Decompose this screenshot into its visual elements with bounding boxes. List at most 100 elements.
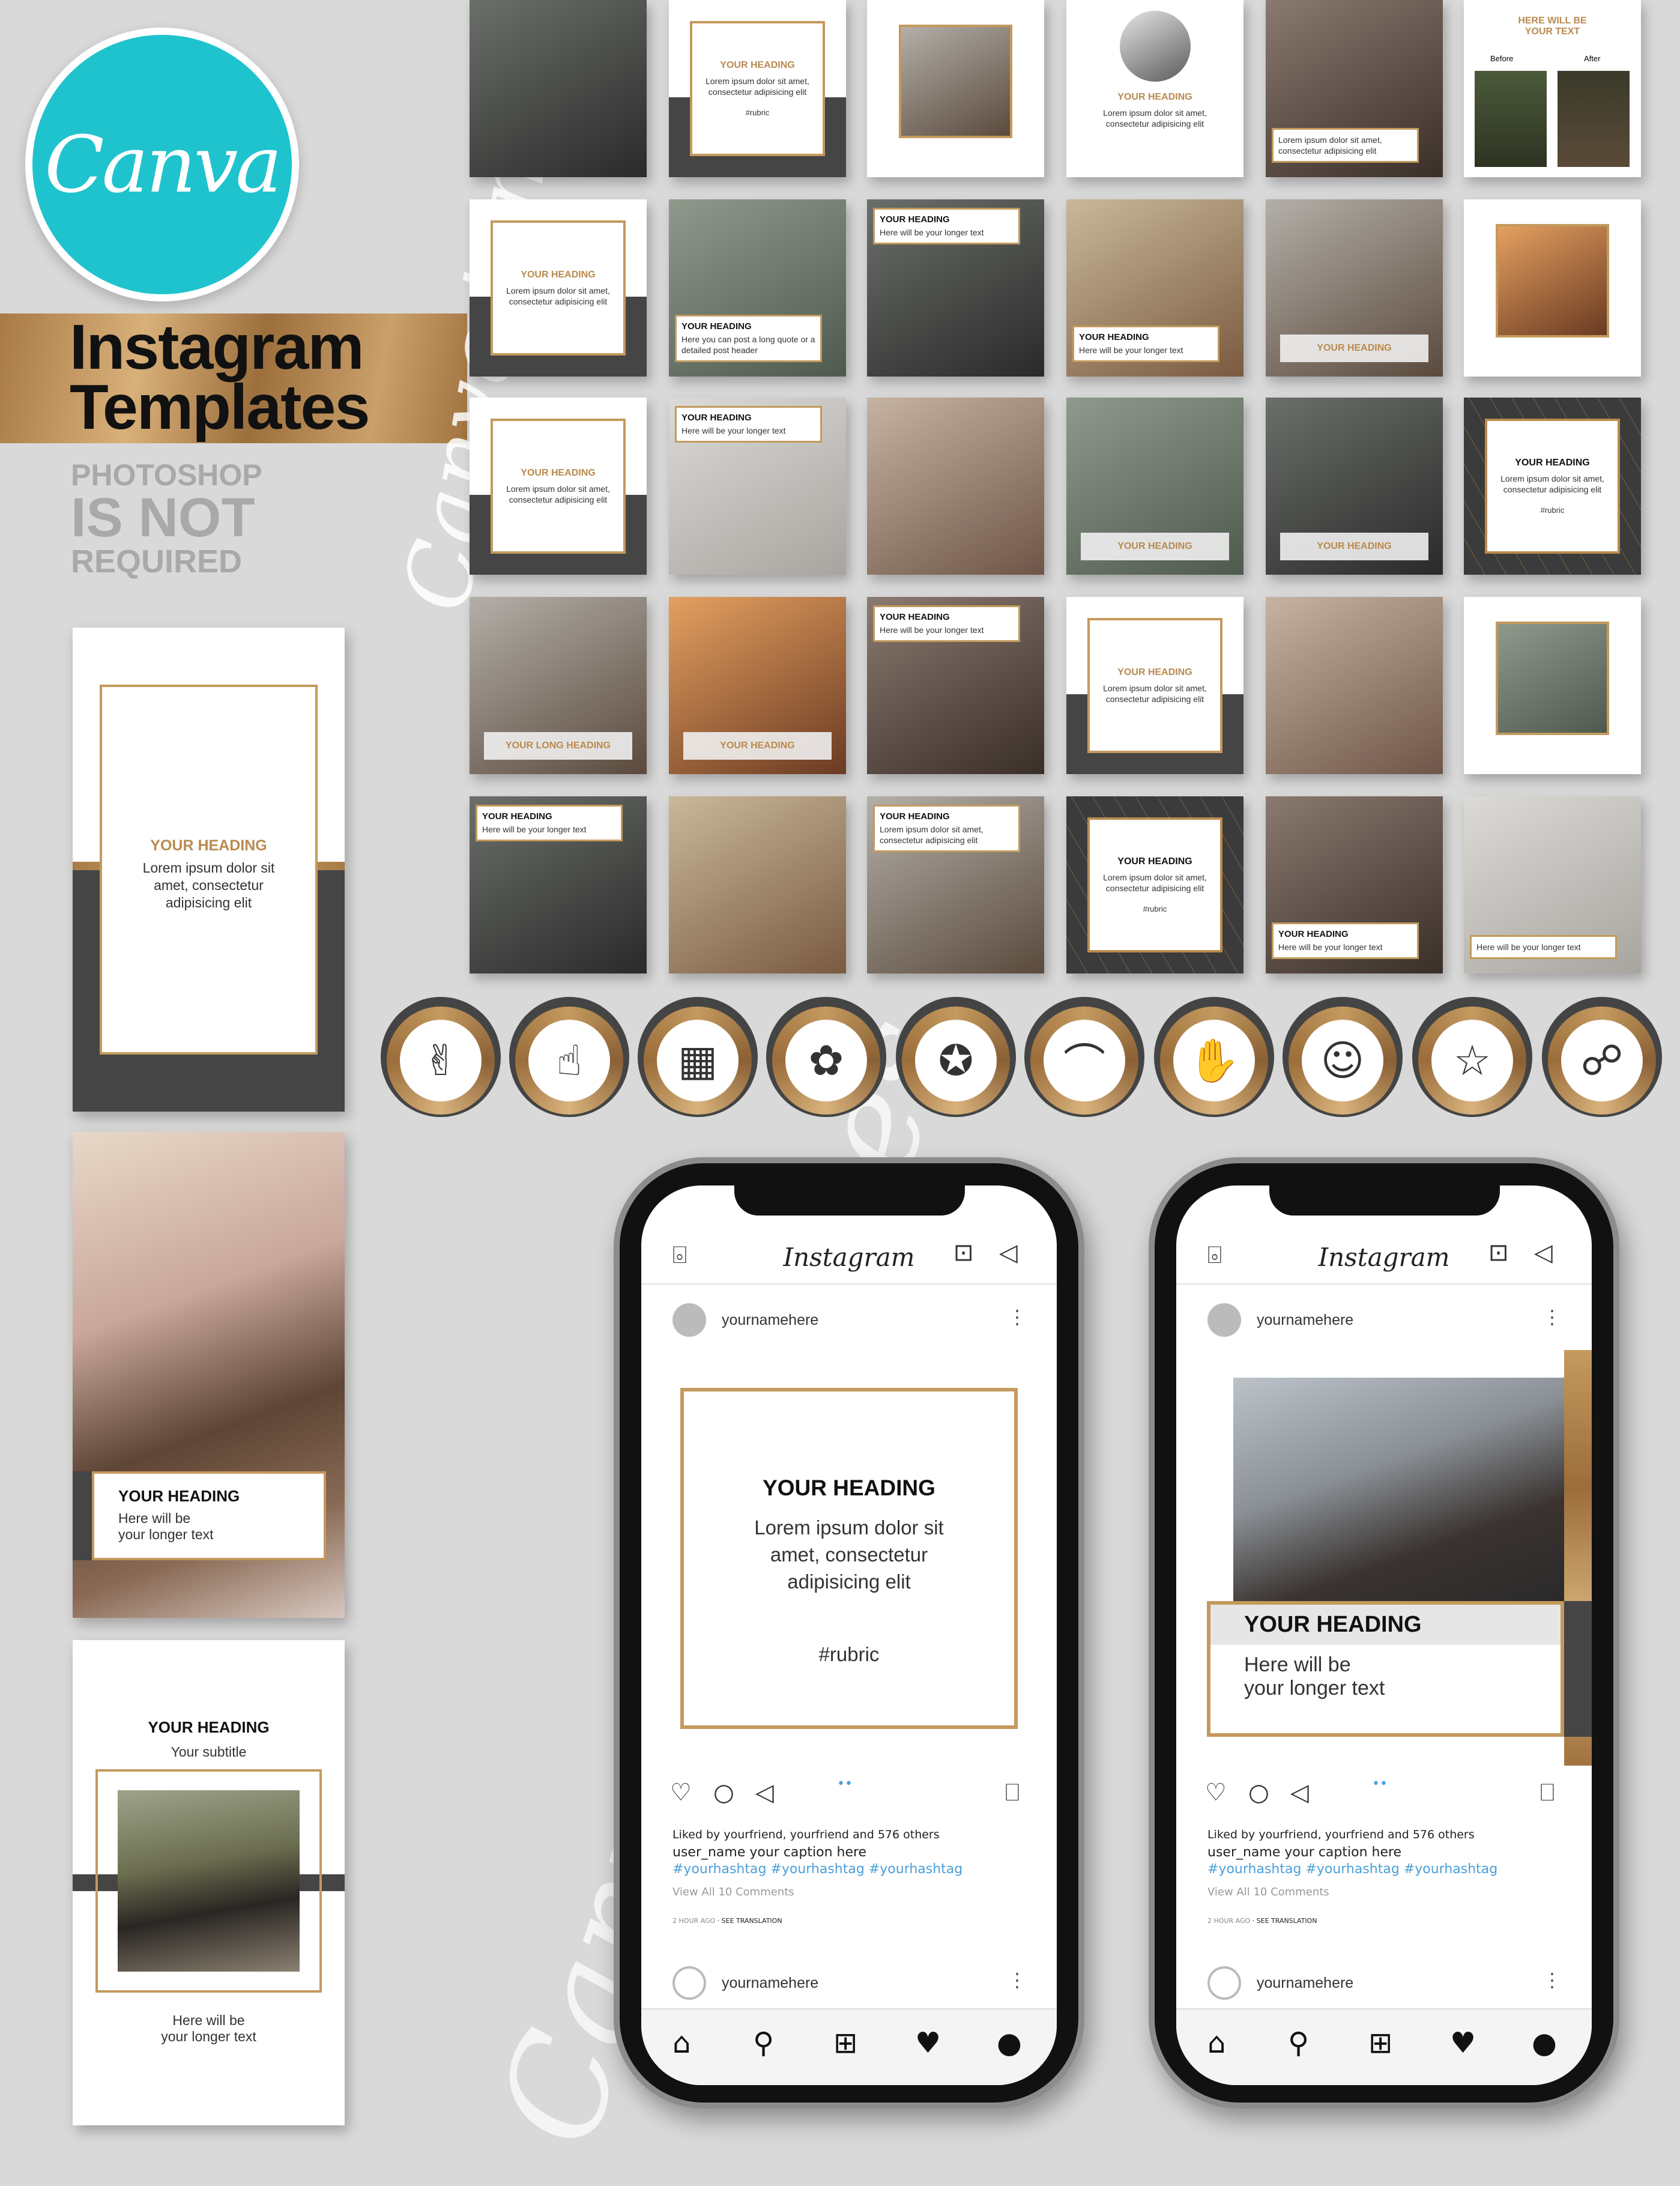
- template-tile[interactable]: YOUR HEADING Lorem ipsum dolor sit amet, …: [1464, 398, 1641, 575]
- heart-icon[interactable]: ♡: [1205, 1779, 1227, 1806]
- igtv-icon[interactable]: ⊡: [1488, 1239, 1509, 1267]
- template-tile[interactable]: YOUR HEADING Here will be your longer tex…: [669, 398, 846, 575]
- post-header[interactable]: yournamehere ⋮: [1176, 1298, 1592, 1340]
- tile-photo: [867, 398, 1044, 575]
- template-tile[interactable]: YOUR HEADING: [1266, 398, 1443, 575]
- tile-heading: YOUR HEADING: [720, 60, 795, 70]
- carousel-dots: ••: [837, 1776, 853, 1791]
- search-icon[interactable]: ⚲: [1288, 2026, 1309, 2060]
- template-tile[interactable]: YOUR HEADING Here will be your longer tex…: [867, 199, 1044, 377]
- template-tile[interactable]: YOUR HEADING Lorem ipsum dolor sit amet, …: [1066, 796, 1243, 973]
- tile-body: Here you can post a long quote or a deta…: [681, 335, 815, 355]
- template-tile[interactable]: YOUR HEADING Lorem ipsum dolor sit amet, …: [669, 0, 846, 177]
- template-tile[interactable]: YOUR LONG HEADING: [470, 597, 647, 774]
- add-post-icon[interactable]: ⊞: [833, 2026, 857, 2060]
- highlight-cover[interactable]: ☺: [1283, 997, 1403, 1117]
- story-template-2[interactable]: YOUR HEADING Here will be your longer te…: [73, 1132, 345, 1618]
- tile-body: Lorem ipsum dolor sit amet, consectetur …: [1103, 873, 1207, 893]
- tile-photo: [1496, 224, 1609, 338]
- handshake-icon: ✌: [400, 1020, 482, 1101]
- next-post-header[interactable]: yournamehere ⋮: [641, 1961, 1057, 2003]
- share-icon[interactable]: ◁: [755, 1779, 774, 1806]
- story-template-3[interactable]: YOUR HEADING Your subtitle Here will be y…: [73, 1640, 345, 2125]
- highlight-cover[interactable]: ▦: [638, 997, 758, 1117]
- story-template-1[interactable]: YOUR HEADING Lorem ipsum dolor sit amet,…: [73, 628, 345, 1112]
- bookmark-icon[interactable]: ⎕: [1540, 1779, 1555, 1806]
- post-header[interactable]: yournamehere ⋮: [641, 1298, 1057, 1340]
- tile-rubric: #rubric: [1540, 506, 1565, 515]
- template-tile[interactable]: [470, 0, 647, 177]
- activity-icon[interactable]: ♥: [915, 2026, 941, 2060]
- template-tile[interactable]: YOUR HEADING Lorem ipsum dolor sit amet, …: [470, 398, 647, 575]
- template-tile[interactable]: [867, 398, 1044, 575]
- template-tile[interactable]: YOUR HEADING Lorem ipsum dolor sit amet, …: [470, 199, 647, 377]
- highlight-cover[interactable]: ✪: [896, 997, 1016, 1117]
- tile-heading: YOUR HEADING: [1317, 343, 1392, 354]
- template-tile[interactable]: YOUR HEADING Here will be your longer tex…: [867, 597, 1044, 774]
- share-icon[interactable]: ◁: [1290, 1779, 1309, 1806]
- template-tile[interactable]: YOUR HEADING: [669, 597, 846, 774]
- profile-icon[interactable]: ●: [997, 2026, 1022, 2060]
- add-post-icon[interactable]: ⊞: [1368, 2026, 1392, 2060]
- avatar[interactable]: [1207, 1966, 1241, 2000]
- next-post-header[interactable]: yournamehere ⋮: [1176, 1961, 1592, 2003]
- template-tile[interactable]: [1464, 597, 1641, 774]
- tile-heading: YOUR HEADING: [681, 413, 752, 423]
- badge-star-icon: ✪: [915, 1020, 997, 1101]
- highlight-cover[interactable]: ⌒: [1024, 997, 1144, 1117]
- more-icon[interactable]: ⋮: [1543, 1969, 1562, 1991]
- tile-heading: YOUR HEADING: [880, 612, 950, 622]
- post-photo: [1233, 1378, 1564, 1603]
- template-tile[interactable]: [669, 796, 846, 973]
- bottom-nav: ⌂ ⚲ ⊞ ♥ ●: [1176, 2008, 1592, 2085]
- highlight-cover[interactable]: ✌: [381, 997, 501, 1117]
- heart-icon[interactable]: ♡: [670, 1779, 692, 1806]
- tile-body: Here will be your longer text: [880, 228, 984, 237]
- app-title: Instagram: [1318, 1243, 1450, 1272]
- igtv-icon[interactable]: ⊡: [953, 1239, 974, 1267]
- avatar[interactable]: [1207, 1303, 1241, 1337]
- send-icon[interactable]: ◁: [999, 1239, 1018, 1267]
- post-image: YOUR HEADING Here will be your longer te…: [1176, 1350, 1592, 1766]
- bookmark-icon[interactable]: ⎕: [1005, 1779, 1020, 1806]
- template-tile[interactable]: YOUR HEADING Here will be your longer tex…: [1266, 796, 1443, 973]
- highlight-cover[interactable]: ☝: [509, 997, 629, 1117]
- search-icon[interactable]: ⚲: [753, 2026, 774, 2060]
- template-tile[interactable]: YOUR HEADING Here you can post a long quo…: [669, 199, 846, 377]
- send-icon[interactable]: ◁: [1534, 1239, 1553, 1267]
- home-icon[interactable]: ⌂: [1207, 2026, 1225, 2060]
- tile-body: Here will be your longer text: [880, 625, 984, 635]
- highlight-cover[interactable]: ☆: [1412, 997, 1532, 1117]
- template-tile[interactable]: YOUR HEADING Lorem ipsum dolor sit amet, …: [1066, 0, 1243, 177]
- template-tile[interactable]: HERE WILL BE YOUR TEXT Before After: [1464, 0, 1641, 177]
- tile-photo: [1496, 622, 1609, 736]
- avatar[interactable]: [672, 1966, 706, 2000]
- highlight-cover[interactable]: ✋: [1154, 997, 1274, 1117]
- template-tile[interactable]: YOUR HEADING Here will be your longer tex…: [470, 796, 647, 973]
- comment-icon[interactable]: ○: [1248, 1779, 1269, 1806]
- buildings-icon: ▦: [657, 1020, 739, 1101]
- template-tile[interactable]: Here will be your longer text: [1464, 796, 1641, 973]
- tile-body: Here will be your longer text: [1476, 942, 1581, 952]
- template-tile[interactable]: YOUR HEADING Here will be your longer tex…: [1066, 199, 1243, 377]
- tile-rubric: #rubric: [1143, 904, 1167, 913]
- comment-icon[interactable]: ○: [713, 1779, 734, 1806]
- template-tile[interactable]: [1464, 199, 1641, 377]
- template-tile[interactable]: Lorem ipsum dolor sit amet, consectetur …: [1266, 0, 1443, 177]
- template-tile[interactable]: [867, 0, 1044, 177]
- avatar[interactable]: [672, 1303, 706, 1337]
- activity-icon[interactable]: ♥: [1450, 2026, 1476, 2060]
- more-icon[interactable]: ⋮: [1543, 1306, 1562, 1328]
- template-tile[interactable]: YOUR HEADING: [1266, 199, 1443, 377]
- template-tile[interactable]: YOUR HEADING: [1066, 398, 1243, 575]
- home-icon[interactable]: ⌂: [672, 2026, 690, 2060]
- more-icon[interactable]: ⋮: [1008, 1969, 1027, 1991]
- tile-body: Here will be your longer text: [482, 825, 587, 834]
- highlight-cover[interactable]: ✿: [766, 997, 886, 1117]
- profile-icon[interactable]: ●: [1532, 2026, 1557, 2060]
- template-tile[interactable]: YOUR HEADING Lorem ipsum dolor sit amet, …: [1066, 597, 1243, 774]
- more-icon[interactable]: ⋮: [1008, 1306, 1027, 1328]
- template-tile[interactable]: YOUR HEADING Lorem ipsum dolor sit amet, …: [867, 796, 1044, 973]
- template-tile[interactable]: [1266, 597, 1443, 774]
- highlight-cover[interactable]: ☍: [1542, 997, 1662, 1117]
